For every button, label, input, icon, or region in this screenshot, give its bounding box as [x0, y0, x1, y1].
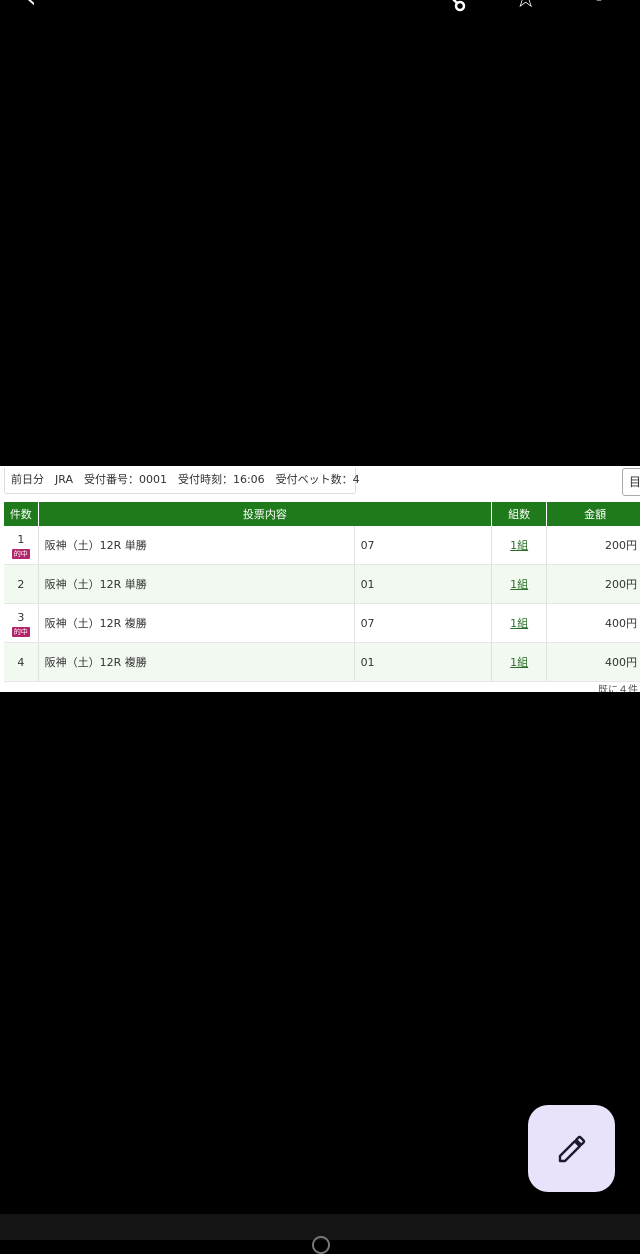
receipt-screenshot: 前日分 JRA 受付番号：0001 受付時刻：16:06 受付ベット数：4 目 件数 投…	[0, 466, 640, 692]
row-number: 1	[17, 532, 25, 546]
horse-number: 01	[354, 642, 493, 682]
row-number: 4	[17, 656, 25, 669]
org-label: JRA	[55, 473, 73, 486]
horse-number: 07	[354, 526, 493, 565]
race-cell: 阪神（土）12R 複勝	[38, 603, 355, 643]
amount-cell: 200円	[546, 564, 640, 604]
hit-badge: 的中	[11, 626, 30, 637]
combo-link[interactable]: 1組	[510, 539, 528, 552]
race-cell: 阪神（土）12R 単勝	[38, 564, 355, 604]
table-row: 1 的中 阪神（土）12R 単勝 07 1組 200円	[4, 526, 640, 565]
row-number: 2	[17, 578, 25, 591]
amount-cell: 400円	[546, 603, 640, 643]
viewer-toolbar: ‹ ☆ ·	[0, 0, 640, 20]
header-content: 投票内容	[38, 502, 493, 526]
share-icon[interactable]	[440, 0, 466, 17]
edit-button[interactable]	[528, 1105, 615, 1192]
pencil-icon	[558, 1135, 585, 1162]
row-number: 3	[17, 610, 25, 624]
amount-cell: 400円	[546, 642, 640, 682]
header-amount: 金額	[546, 502, 640, 526]
combo-link[interactable]: 1組	[510, 617, 528, 630]
home-icon[interactable]	[312, 1236, 330, 1254]
header-combo: 組数	[491, 502, 548, 526]
combo-link[interactable]: 1組	[510, 578, 528, 591]
star-outline-icon[interactable]: ☆	[514, 0, 537, 12]
system-nav-bar	[0, 1214, 640, 1254]
day-label: 前日分	[11, 473, 44, 486]
footer-note: 既に４件	[598, 685, 638, 692]
bet-count: 受付ベット数：4	[275, 473, 360, 486]
race-cell: 阪神（土）12R 単勝	[38, 526, 355, 565]
hit-badge: 的中	[11, 548, 30, 559]
receipt-info-bar: 前日分 JRA 受付番号：0001 受付時刻：16:06 受付ベット数：4	[4, 468, 360, 494]
bets-table: 件数 投票内容 組数 金額 1 的中 阪神（土）12R 単勝 07 1組 200円…	[4, 502, 640, 682]
combo-link[interactable]: 1組	[510, 656, 528, 669]
corner-button[interactable]: 目	[622, 468, 640, 496]
header-no: 件数	[4, 502, 39, 526]
race-cell: 阪神（土）12R 複勝	[38, 642, 355, 682]
horse-number: 01	[354, 564, 493, 604]
receipt-time: 受付時刻：16:06	[177, 473, 265, 486]
table-row: 4 阪神（土）12R 複勝 01 1組 400円	[4, 642, 640, 682]
horse-number: 07	[354, 603, 493, 643]
table-row: 3 的中 阪神（土）12R 複勝 07 1組 400円	[4, 603, 640, 643]
table-row: 2 阪神（土）12R 単勝 01 1組 200円	[4, 564, 640, 604]
receipt-number: 受付番号：0001	[83, 473, 167, 486]
more-vert-icon[interactable]: ·	[594, 0, 604, 12]
back-icon[interactable]: ‹	[26, 0, 36, 12]
amount-cell: 200円	[546, 526, 640, 565]
